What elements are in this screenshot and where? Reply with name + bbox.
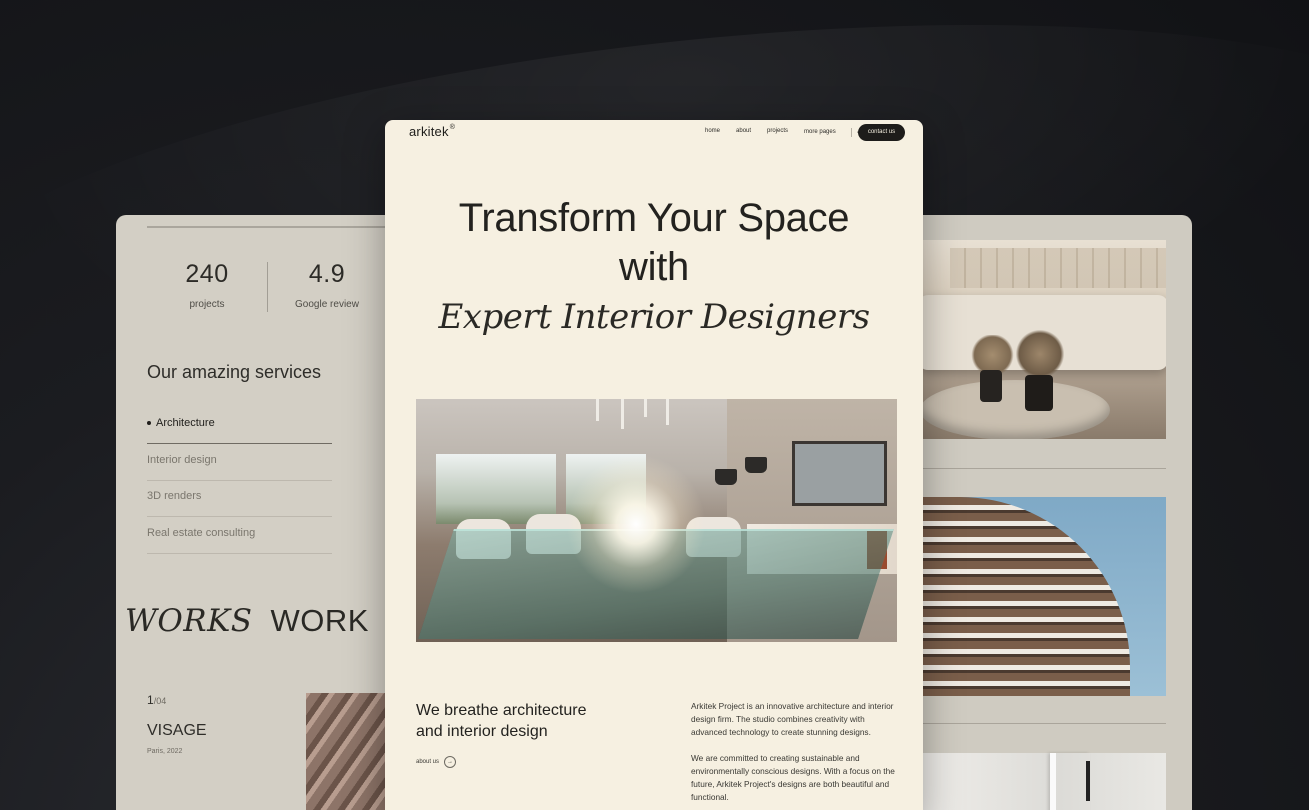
coffee-table [920, 380, 1110, 439]
active-dot-icon [147, 421, 151, 426]
intro-description: Arkitek Project is an innovative archite… [691, 700, 901, 810]
doorframe [1050, 753, 1090, 810]
tower [900, 497, 1130, 696]
lamp [715, 469, 737, 485]
lamp [745, 457, 767, 473]
project-index-total: /04 [153, 696, 167, 706]
building-image[interactable] [900, 497, 1166, 696]
living-room-image[interactable] [900, 240, 1166, 439]
nav-about[interactable]: about [736, 128, 751, 135]
hero-line-1: Transform Your Space [458, 196, 850, 240]
intro-heading: We breathe architecture and interior des… [416, 700, 586, 742]
dried-flowers [970, 335, 1015, 375]
hero-line-2: with [619, 245, 689, 289]
divider [922, 468, 1166, 469]
right-preview-card [900, 215, 1192, 810]
nav-home[interactable]: home [705, 128, 720, 135]
service-item-architecture[interactable]: Architecture [147, 407, 332, 444]
service-label: Architecture [156, 417, 215, 429]
nav-projects[interactable]: projects [767, 128, 788, 135]
arrow-right-icon: → [444, 756, 457, 768]
shelf [950, 248, 1166, 288]
project-index-current: 1 [147, 693, 154, 707]
service-item-3d-renders[interactable]: 3D renders [147, 480, 332, 517]
chandelier [621, 399, 624, 429]
stat-projects: 240 projects [147, 260, 267, 310]
chandelier [644, 399, 647, 417]
description-paragraph: Arkitek Project is an innovative archite… [691, 701, 894, 737]
interior-image[interactable] [900, 753, 1166, 810]
contact-us-button[interactable]: contact us [858, 124, 905, 141]
project-index: 1/04 [147, 693, 166, 707]
vase [980, 370, 1002, 402]
stat-google-review: 4.9 Google review [267, 260, 387, 310]
chandelier [596, 399, 599, 421]
nav-separator [851, 128, 852, 137]
vase [1025, 375, 1053, 411]
service-item-interior-design[interactable]: Interior design [147, 444, 332, 481]
stat-label: Google review [295, 299, 359, 310]
sunlight [566, 454, 706, 594]
services-title: Our amazing services [147, 362, 322, 382]
hero-dining-room-image [416, 399, 897, 642]
service-item-real-estate[interactable]: Real estate consulting [147, 517, 332, 554]
left-preview-card: 240 projects 4.9 Google review Our amazi… [116, 215, 416, 810]
service-label: Real estate consulting [147, 527, 256, 539]
about-us-label: about us [416, 759, 440, 765]
works-italic-text: WORKS [125, 603, 253, 639]
dried-flowers [1015, 330, 1065, 378]
registered-mark: ® [449, 124, 456, 131]
divider [147, 226, 407, 228]
nav-more-label: more pages [804, 129, 836, 135]
works-plain-text: WORK [270, 603, 369, 638]
door-edge [1086, 761, 1090, 801]
project-meta: Paris, 2022 [147, 748, 183, 755]
logo-text: arkitek [409, 124, 449, 139]
service-label: Interior design [147, 454, 217, 466]
brand-logo[interactable]: arkitek® [409, 124, 455, 139]
about-us-link[interactable]: about us → [416, 756, 457, 768]
stat-number: 240 [185, 260, 229, 288]
stat-number: 4.9 [308, 260, 346, 288]
divider [922, 723, 1166, 724]
intro-heading-line-1: We breathe architecture [416, 702, 587, 719]
hero-heading: Transform Your Space with Expert Interio… [385, 194, 923, 342]
hero-line-3: Expert Interior Designers [438, 297, 870, 337]
description-paragraph: We are committed to creating sustainable… [691, 753, 895, 802]
center-website-card: arkitek® home about projects more pages⌄… [385, 120, 923, 810]
chandelier [666, 399, 669, 425]
works-marquee: WORKS WORK [125, 603, 369, 639]
intro-heading-line-2: and interior design [416, 723, 548, 740]
stat-label: projects [189, 299, 225, 310]
wall-art [792, 441, 887, 506]
project-name[interactable]: VISAGE [147, 722, 207, 740]
service-label: 3D renders [147, 490, 202, 502]
